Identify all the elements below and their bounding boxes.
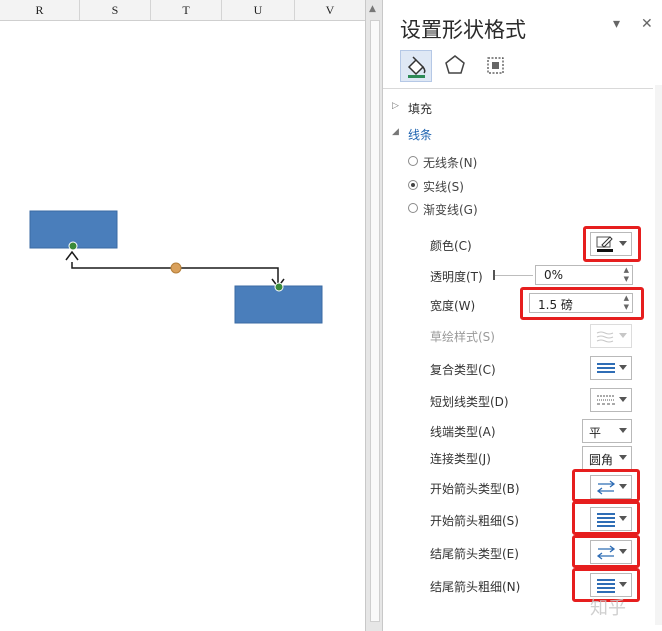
- radio-solid-line[interactable]: 实线(S): [408, 178, 464, 195]
- spin-down-icon[interactable]: ▼: [624, 276, 629, 283]
- chevron-down-icon: [619, 365, 627, 370]
- radio-button-selected[interactable]: [408, 180, 418, 190]
- radio-no-line[interactable]: 无线条(N): [408, 154, 478, 171]
- end-arrow-type-label: 结尾箭头类型(E): [430, 547, 519, 561]
- transparency-slider-track[interactable]: [493, 275, 533, 276]
- pane-title: 设置形状格式: [400, 18, 526, 42]
- pane-scrollbar[interactable]: [655, 85, 662, 625]
- connector-start-arrow: [65, 250, 79, 261]
- sketch-style-icon: [596, 331, 614, 343]
- effects-icon: [445, 55, 465, 74]
- target-rectangle-shape[interactable]: [234, 285, 323, 324]
- line-section-label: 线条: [408, 128, 433, 142]
- width-label: 宽度(W): [430, 299, 476, 313]
- end-arrow-size-label: 结尾箭头粗细(N): [430, 580, 521, 594]
- vertical-scrollbar[interactable]: ▲: [365, 0, 383, 631]
- radio-label: 实线(S): [423, 180, 464, 194]
- join-type-dropdown[interactable]: 圆角: [582, 446, 632, 470]
- radio-button[interactable]: [408, 203, 418, 213]
- sketch-style-dropdown: [590, 324, 632, 348]
- tab-effects[interactable]: [440, 50, 470, 80]
- arrow-type-icon: [596, 545, 616, 560]
- cap-type-dropdown[interactable]: 平: [582, 419, 632, 443]
- arrow-size-icon: [597, 513, 615, 527]
- transparency-value: 0%: [544, 268, 564, 282]
- transparency-label: 透明度(T): [430, 270, 483, 284]
- radio-gradient-line[interactable]: 渐变线(G): [408, 201, 478, 218]
- tab-size-properties[interactable]: [480, 50, 510, 80]
- compound-type-dropdown[interactable]: [590, 356, 632, 380]
- begin-arrow-size-dropdown[interactable]: [590, 507, 632, 531]
- pane-divider: [383, 88, 653, 89]
- pane-options-dropdown-icon[interactable]: ▾: [613, 16, 620, 32]
- transparency-input[interactable]: 0% ▲ ▼: [535, 265, 633, 285]
- dash-type-dropdown[interactable]: [590, 388, 632, 412]
- transparency-slider-thumb[interactable]: [493, 270, 495, 280]
- chevron-down-icon: [619, 549, 627, 554]
- begin-arrow-type-dropdown[interactable]: [590, 475, 632, 499]
- shapes-layer: [29, 210, 323, 324]
- format-shape-pane: 设置形状格式 ▾ ✕ ▷ 填充 ◢ 线条 无线条(N) 实线(S) 渐变线(G)…: [383, 0, 662, 631]
- connector-adjust-handle[interactable]: [170, 262, 182, 274]
- radio-label: 渐变线(G): [423, 203, 478, 217]
- chevron-down-icon: [619, 455, 627, 460]
- tab-fill-line[interactable]: [400, 50, 432, 82]
- scroll-up-icon[interactable]: ▲: [369, 4, 376, 14]
- fill-line-icon: [407, 56, 426, 78]
- size-properties-icon: [487, 57, 504, 74]
- dash-type-label: 短划线类型(D): [430, 395, 509, 409]
- width-value: 1.5 磅: [538, 298, 573, 312]
- arrow-type-icon: [596, 480, 616, 495]
- chevron-down-icon: [619, 428, 627, 433]
- radio-button[interactable]: [408, 156, 418, 166]
- compound-lines-icon: [597, 363, 615, 373]
- collapsed-arrow-icon: ▷: [392, 101, 399, 111]
- arrow-size-icon: [597, 579, 615, 593]
- spin-up-icon[interactable]: ▲: [624, 267, 629, 274]
- end-arrow-type-dropdown[interactable]: [590, 540, 632, 564]
- width-input[interactable]: 1.5 磅 ▲ ▼: [529, 293, 633, 313]
- color-label: 颜色(C): [430, 239, 472, 253]
- spin-up-icon[interactable]: ▲: [624, 295, 629, 302]
- join-type-value: 圆角: [589, 453, 614, 467]
- chevron-down-icon: [619, 582, 627, 587]
- chevron-down-icon: [619, 397, 627, 402]
- dash-lines-icon: [597, 395, 615, 405]
- worksheet-area[interactable]: R S T U V: [0, 0, 365, 631]
- watermark-text: 知乎: [590, 598, 626, 619]
- pen-color-icon: [596, 236, 613, 252]
- join-type-label: 连接类型(J): [430, 452, 491, 466]
- chevron-down-icon: [619, 333, 627, 338]
- cap-type-value: 平: [589, 426, 602, 440]
- fill-section-label: 填充: [408, 102, 433, 116]
- spin-down-icon[interactable]: ▼: [624, 304, 629, 311]
- pane-close-icon[interactable]: ✕: [641, 16, 653, 32]
- cap-type-label: 线端类型(A): [430, 425, 496, 439]
- radio-label: 无线条(N): [423, 156, 478, 170]
- compound-type-label: 复合类型(C): [430, 363, 496, 377]
- expanded-arrow-icon: ◢: [392, 127, 399, 137]
- scrollbar-thumb[interactable]: [370, 20, 380, 622]
- end-connection-handle[interactable]: [274, 282, 284, 292]
- line-color-picker[interactable]: [590, 232, 632, 256]
- chevron-down-icon: [619, 484, 627, 489]
- line-section-header[interactable]: ◢ 线条: [392, 126, 433, 143]
- begin-arrow-size-label: 开始箭头粗细(S): [430, 514, 519, 528]
- start-connection-handle[interactable]: [68, 241, 78, 251]
- sketch-style-label: 草绘样式(S): [430, 330, 495, 344]
- chevron-down-icon: [619, 516, 627, 521]
- begin-arrow-type-label: 开始箭头类型(B): [430, 482, 520, 496]
- fill-section-header[interactable]: ▷ 填充: [392, 100, 433, 117]
- chevron-down-icon: [619, 241, 627, 246]
